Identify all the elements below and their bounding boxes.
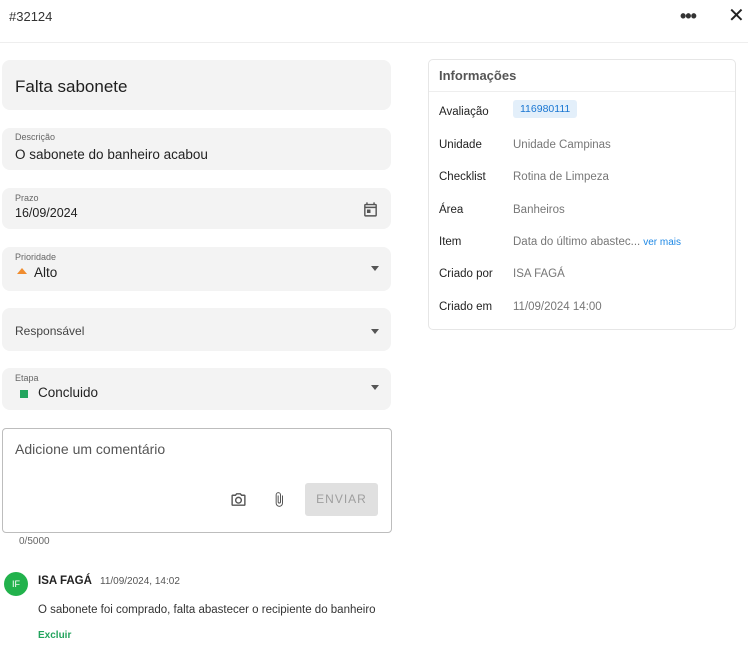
priority-value: Alto	[34, 265, 58, 280]
more-options-icon[interactable]: •••	[680, 6, 697, 27]
info-value-unidade: Unidade Campinas	[513, 139, 611, 151]
info-label-item: Item	[439, 236, 462, 248]
stage-label: Etapa	[15, 373, 39, 383]
priority-label: Prioridade	[15, 252, 57, 262]
info-label-avaliacao: Avaliação	[439, 106, 489, 118]
info-value-area: Banheiros	[513, 204, 565, 216]
stage-status-icon	[20, 390, 28, 398]
divider	[429, 91, 735, 92]
chevron-down-icon	[371, 385, 379, 390]
description-label: Descrição	[15, 132, 56, 142]
title-value: Falta sabonete	[15, 77, 128, 96]
comment-date: 11/09/2024, 14:02	[100, 576, 180, 587]
stage-select[interactable]: Etapa Concluido	[2, 368, 391, 410]
info-value-avaliacao[interactable]: 116980111	[513, 100, 578, 118]
ticket-id: #32124	[9, 9, 53, 24]
chevron-down-icon	[371, 266, 379, 271]
description-value: O sabonete do banheiro acabou	[15, 147, 208, 162]
info-value-item: Data do último abastec... ver mais	[513, 236, 681, 248]
info-value-criado-em: 11/09/2024 14:00	[513, 301, 602, 313]
character-counter: 0/5000	[19, 536, 50, 547]
evaluation-chip[interactable]: 116980111	[513, 100, 578, 118]
due-date-field[interactable]: Prazo 16/09/2024	[2, 188, 391, 229]
info-label-criado-por: Criado por	[439, 268, 493, 280]
see-more-link[interactable]: ver mais	[643, 237, 681, 248]
info-label-checklist: Checklist	[439, 171, 486, 183]
send-button[interactable]: ENVIAR	[305, 483, 378, 516]
delete-comment-link[interactable]: Excluir	[38, 630, 71, 641]
assignee-select[interactable]: Responsável	[2, 308, 391, 351]
info-panel: Informações Avaliação 116980111 Unidade …	[428, 59, 736, 330]
comment-text: O sabonete foi comprado, falta abastecer…	[38, 604, 376, 616]
due-date-label: Prazo	[15, 193, 39, 203]
comment-input[interactable]: Adicione um comentário	[2, 428, 392, 533]
comment-placeholder: Adicione um comentário	[15, 441, 166, 457]
attachment-icon[interactable]	[271, 490, 287, 514]
info-label-criado-em: Criado em	[439, 301, 493, 313]
info-value-checklist: Rotina de Limpeza	[513, 171, 609, 183]
info-value-criado-por: ISA FAGÁ	[513, 268, 565, 280]
priority-up-icon	[17, 268, 27, 274]
close-icon[interactable]: ✕	[728, 3, 745, 28]
top-bar	[0, 0, 748, 43]
priority-select[interactable]: Prioridade Alto	[2, 247, 391, 291]
info-label-unidade: Unidade	[439, 139, 482, 151]
avatar: IF	[4, 572, 28, 596]
camera-icon[interactable]	[230, 491, 247, 513]
item-value-text: Data do último abastec...	[513, 236, 641, 248]
due-date-value: 16/09/2024	[15, 206, 78, 220]
comment-author: ISA FAGÁ	[38, 575, 92, 587]
chevron-down-icon	[371, 329, 379, 334]
info-label-area: Área	[439, 204, 464, 216]
description-field[interactable]: Descrição O sabonete do banheiro acabou	[2, 128, 391, 170]
calendar-icon[interactable]	[362, 201, 379, 223]
assignee-label: Responsável	[15, 324, 85, 338]
info-title: Informações	[439, 68, 517, 83]
title-field[interactable]: Falta sabonete	[2, 60, 391, 110]
stage-value: Concluido	[38, 385, 99, 400]
